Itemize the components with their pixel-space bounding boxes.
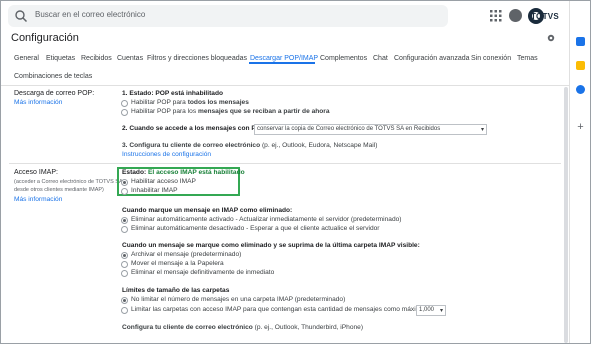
tab-themes[interactable]: Temas xyxy=(517,55,538,62)
search-icon[interactable] xyxy=(14,9,28,23)
imap-limits-title: Límites de tamaño de las carpetas xyxy=(122,287,230,294)
brand-logo: TOTVS xyxy=(528,7,559,25)
imap-client-line: Configura tu cliente de correo electróni… xyxy=(122,324,363,331)
tasks-icon[interactable] xyxy=(576,85,585,94)
imap-limit-radio[interactable] xyxy=(121,307,128,314)
side-panel: + xyxy=(569,1,590,343)
account-icon[interactable] xyxy=(509,9,522,22)
imap-section-label: Acceso IMAP: xyxy=(14,169,58,176)
pop-section-label: Descarga de correo POP: xyxy=(14,90,95,97)
imap-deleted-title: Cuando marque un mensaje en IMAP como el… xyxy=(122,207,293,214)
tab-advanced[interactable]: Configuración avanzada xyxy=(394,55,470,62)
search-input[interactable]: Buscar en el correo electrónico xyxy=(8,5,448,27)
pop-all-emphasis: todos los mensajes xyxy=(187,99,249,106)
add-icon[interactable]: + xyxy=(576,122,585,133)
brand-name: TOTVS xyxy=(531,11,560,21)
imap-autoexpunge-on-radio[interactable] xyxy=(121,217,128,224)
chevron-down-icon: ▾ xyxy=(480,127,484,133)
tab-general[interactable]: General xyxy=(14,55,39,62)
pop-status-line: 1. Estado: POP está inhabilitado xyxy=(122,90,223,97)
pop-more-info-link[interactable]: Más información xyxy=(14,99,62,106)
gmail-settings-window: Buscar en el correo electrónico TOTVS + … xyxy=(0,0,591,344)
apps-grid-icon[interactable] xyxy=(490,10,502,22)
scrollbar[interactable] xyxy=(564,87,568,343)
imap-status-line: Estado: El acceso IMAP está habilitado xyxy=(122,169,245,176)
tab-shortcuts[interactable]: Combinaciones de teclas xyxy=(14,73,92,80)
imap-limit-option: Limitar las carpetas con acceso IMAP par… xyxy=(131,306,425,313)
top-bar: Buscar en el correo electrónico TOTVS xyxy=(1,1,569,31)
keep-icon[interactable] xyxy=(576,61,585,70)
imap-autoexpunge-on-option: Eliminar automáticamente activado - Actu… xyxy=(131,216,402,223)
pop-status: POP está inhabilitado xyxy=(155,90,224,97)
imap-trash-option: Mover el mensaje a la Papelera xyxy=(131,260,224,267)
imap-client-note: (p. ej., Outlook, Thunderbird, iPhone) xyxy=(252,324,364,331)
tab-labels[interactable]: Etiquetas xyxy=(46,55,75,62)
active-tab-indicator xyxy=(249,62,315,64)
pop-all-option: Habilitar POP para todos los mensajes xyxy=(131,99,249,106)
pop-all-text: Habilitar POP para xyxy=(131,99,188,106)
imap-archive-option: Archivar el mensaje (predeterminado) xyxy=(131,251,242,258)
pop-new-radio[interactable] xyxy=(121,109,128,116)
imap-enable-radio[interactable] xyxy=(121,179,128,186)
imap-expunge-title: Cuando un mensaje se marque como elimina… xyxy=(122,242,420,249)
imap-trash-radio[interactable] xyxy=(121,261,128,268)
imap-enable-option: Habilitar acceso IMAP xyxy=(131,178,196,185)
tab-offline[interactable]: Sin conexión xyxy=(471,55,511,62)
imap-archive-radio[interactable] xyxy=(121,252,128,259)
chevron-down-icon: ▾ xyxy=(439,308,443,314)
tab-pop-imap[interactable]: Descargar POP/IMAP xyxy=(250,55,318,62)
imap-status-prefix: Estado: xyxy=(122,169,149,176)
pop-step3-label: 3. Configura tu cliente de correo electr… xyxy=(122,142,261,149)
imap-status: El acceso IMAP está habilitado xyxy=(148,169,245,176)
pop-action-select[interactable]: conservar la copia de Correo electrónico… xyxy=(254,124,487,135)
imap-autoexpunge-off-option: Eliminar automáticamente desactivado - E… xyxy=(131,225,380,232)
imap-nolimit-option: No limitar el número de mensajes en una … xyxy=(131,296,346,303)
pop-step3: 3. Configura tu cliente de correo electr… xyxy=(122,142,377,149)
tab-filters[interactable]: Filtros y direcciones bloqueadas xyxy=(147,55,247,62)
imap-disable-option: Inhabilitar IMAP xyxy=(131,187,178,194)
pop-step2-label: 2. Cuando se accede a los mensajes con P… xyxy=(122,125,266,132)
imap-delete-radio[interactable] xyxy=(121,270,128,277)
imap-nolimit-radio[interactable] xyxy=(121,297,128,304)
imap-section-sub2: desde otros clientes mediante IMAP) xyxy=(14,187,104,193)
imap-limit-select[interactable]: 1,000 ▾ xyxy=(416,305,446,316)
pop-all-radio[interactable] xyxy=(121,100,128,107)
imap-autoexpunge-off-radio[interactable] xyxy=(121,226,128,233)
calendar-icon[interactable] xyxy=(576,37,585,46)
imap-delete-option: Eliminar el mensaje definitivamente de i… xyxy=(131,269,275,276)
pop-step3-note: (p. ej., Outlook, Eudora, Netscape Mail) xyxy=(260,142,378,149)
tab-accounts[interactable]: Cuentas xyxy=(117,55,143,62)
tab-chat[interactable]: Chat xyxy=(373,55,388,62)
pop-status-prefix: 1. Estado: xyxy=(122,90,156,97)
pop-instructions-link[interactable]: Instrucciones de configuración xyxy=(122,151,211,158)
section-divider xyxy=(9,163,561,164)
imap-more-info-link[interactable]: Más información xyxy=(14,196,62,203)
pop-action-value: conservar la copia de Correo electrónico… xyxy=(257,126,441,132)
tab-addons[interactable]: Complementos xyxy=(320,55,367,62)
search-placeholder: Buscar en el correo electrónico xyxy=(35,10,146,19)
imap-limit-value: 1,000 xyxy=(419,307,435,313)
imap-section-sub1: (acceder a Correo electrónico de TOTVS S… xyxy=(14,179,123,185)
pop-new-text: Habilitar POP para los xyxy=(131,108,198,115)
pop-new-emphasis: mensajes que se reciban a partir de ahor… xyxy=(197,108,330,115)
page-title: Configuración xyxy=(11,32,79,44)
imap-disable-radio[interactable] xyxy=(121,188,128,195)
imap-client-label: Configura tu cliente de correo electróni… xyxy=(122,324,253,331)
pop-new-option: Habilitar POP para los mensajes que se r… xyxy=(131,108,330,115)
settings-gear-icon[interactable] xyxy=(546,33,556,43)
tab-inbox[interactable]: Recibidos xyxy=(81,55,112,62)
